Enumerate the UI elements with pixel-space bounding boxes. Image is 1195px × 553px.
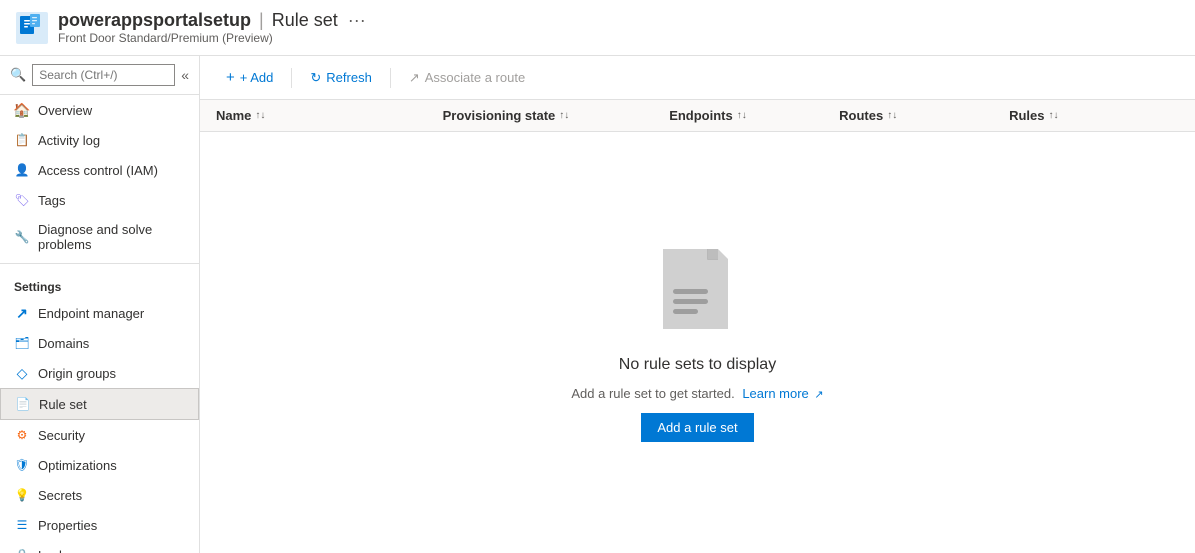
overview-icon: 🏠 — [14, 102, 30, 118]
sidebar-item-origin-groups[interactable]: ◇ Origin groups — [0, 358, 199, 388]
header-subtitle: Front Door Standard/Premium (Preview) — [58, 31, 366, 45]
sidebar-item-locks[interactable]: 🔒 Locks — [0, 540, 199, 553]
main-layout: 🔍 « 🏠 Overview 📋 Activity log 👤 Access c… — [0, 56, 1195, 553]
sidebar-item-label: Locks — [38, 548, 72, 553]
empty-state-subtitle-text: Add a rule set to get started. — [571, 386, 734, 401]
refresh-label: Refresh — [326, 70, 372, 85]
secrets-icon: 💡 — [14, 487, 30, 503]
sidebar-item-label: Overview — [38, 103, 92, 118]
rule-set-icon: 📄 — [15, 396, 31, 412]
col-rules-label: Rules — [1009, 108, 1044, 123]
diagnose-icon: 🔧 — [14, 229, 30, 245]
add-icon: + — [226, 69, 235, 86]
col-name-sort-icon: ↑↓ — [255, 110, 265, 121]
tags-icon: 🏷 — [14, 192, 30, 208]
origin-groups-icon: ◇ — [14, 365, 30, 381]
sidebar-item-label: Diagnose and solve problems — [38, 222, 185, 252]
col-routes-sort-icon: ↑↓ — [887, 110, 897, 121]
header-dots[interactable]: ··· — [348, 10, 366, 31]
sidebar: 🔍 « 🏠 Overview 📋 Activity log 👤 Access c… — [0, 56, 200, 553]
header-separator: | — [259, 10, 264, 31]
add-button[interactable]: + + Add — [216, 64, 283, 91]
sidebar-item-diagnose[interactable]: 🔧 Diagnose and solve problems — [0, 215, 199, 259]
sidebar-item-iam[interactable]: 👤 Access control (IAM) — [0, 155, 199, 185]
col-header-routes[interactable]: Routes ↑↓ — [839, 108, 1009, 123]
sidebar-item-label: Access control (IAM) — [38, 163, 158, 178]
table-header: Name ↑↓ Provisioning state ↑↓ Endpoints … — [200, 100, 1195, 132]
sidebar-item-secrets[interactable]: 💡 Secrets — [0, 480, 199, 510]
iam-icon: 👤 — [14, 162, 30, 178]
search-input[interactable] — [32, 64, 175, 86]
sidebar-item-label: Optimizations — [38, 458, 117, 473]
activity-log-icon: 📋 — [14, 132, 30, 148]
settings-section-header: Settings — [0, 268, 199, 298]
toolbar-separator-2 — [390, 68, 391, 88]
locks-icon: 🔒 — [14, 547, 30, 553]
col-routes-label: Routes — [839, 108, 883, 123]
sidebar-item-label: Domains — [38, 336, 89, 351]
page-title: Rule set — [272, 10, 338, 31]
col-header-provisioning-state[interactable]: Provisioning state ↑↓ — [443, 108, 670, 123]
empty-state: No rule sets to display Add a rule set t… — [200, 132, 1195, 553]
sidebar-item-label: Origin groups — [38, 366, 116, 381]
sidebar-item-tags[interactable]: 🏷 Tags — [0, 185, 199, 215]
toolbar: + + Add ↻ Refresh ↗ Associate a route — [200, 56, 1195, 100]
search-box[interactable]: 🔍 « — [0, 56, 199, 95]
col-header-endpoints[interactable]: Endpoints ↑↓ — [669, 108, 839, 123]
refresh-button[interactable]: ↻ Refresh — [300, 65, 381, 91]
associate-route-button[interactable]: ↗ Associate a route — [399, 65, 535, 91]
sidebar-item-label: Properties — [38, 518, 97, 533]
empty-state-icon — [653, 244, 743, 344]
learn-more-link[interactable]: Learn more — [742, 386, 808, 401]
domains-icon: 🗂 — [14, 335, 30, 351]
col-endpoints-sort-icon: ↑↓ — [737, 110, 747, 121]
security-icon: ⚙ — [14, 427, 30, 443]
sidebar-item-label: Activity log — [38, 133, 100, 148]
sidebar-item-label: Rule set — [39, 397, 87, 412]
add-rule-set-button[interactable]: Add a rule set — [641, 413, 753, 442]
empty-state-title: No rule sets to display — [619, 356, 776, 374]
sidebar-item-activity-log[interactable]: 📋 Activity log — [0, 125, 199, 155]
sidebar-item-label: Tags — [38, 193, 65, 208]
external-link-icon: ↗ — [814, 389, 823, 401]
col-header-name[interactable]: Name ↑↓ — [216, 108, 443, 123]
resource-icon — [16, 12, 48, 44]
sidebar-item-properties[interactable]: ☰ Properties — [0, 510, 199, 540]
sidebar-item-endpoint-manager[interactable]: ↗ Endpoint manager — [0, 298, 199, 328]
col-state-sort-icon: ↑↓ — [559, 110, 569, 121]
refresh-icon: ↻ — [310, 70, 321, 86]
sidebar-item-overview[interactable]: 🏠 Overview — [0, 95, 199, 125]
col-name-label: Name — [216, 108, 251, 123]
toolbar-separator-1 — [291, 68, 292, 88]
sidebar-item-label: Security — [38, 428, 85, 443]
optimizations-icon: 🛡 — [14, 457, 30, 473]
content-area: + + Add ↻ Refresh ↗ Associate a route Na… — [200, 56, 1195, 553]
sidebar-item-optimizations[interactable]: 🛡 Optimizations — [0, 450, 199, 480]
sidebar-item-security[interactable]: ⚙ Security — [0, 420, 199, 450]
search-icon: 🔍 — [10, 67, 26, 83]
associate-route-icon: ↗ — [409, 70, 420, 86]
sidebar-item-label: Secrets — [38, 488, 82, 503]
sidebar-item-label: Endpoint manager — [38, 306, 144, 321]
endpoint-manager-icon: ↗ — [14, 305, 30, 321]
col-state-label: Provisioning state — [443, 108, 556, 123]
page-header: powerappsportalsetup | Rule set ··· Fron… — [0, 0, 1195, 56]
empty-state-subtitle: Add a rule set to get started. Learn mor… — [571, 386, 823, 401]
sidebar-item-rule-set[interactable]: 📄 Rule set — [0, 388, 199, 420]
sidebar-item-domains[interactable]: 🗂 Domains — [0, 328, 199, 358]
resource-name: powerappsportalsetup — [58, 10, 251, 31]
collapse-button[interactable]: « — [181, 67, 189, 83]
col-rules-sort-icon: ↑↓ — [1048, 110, 1058, 121]
col-header-rules[interactable]: Rules ↑↓ — [1009, 108, 1179, 123]
sidebar-divider-1 — [0, 263, 199, 264]
properties-icon: ☰ — [14, 517, 30, 533]
associate-route-label: Associate a route — [425, 70, 525, 85]
header-text: powerappsportalsetup | Rule set ··· Fron… — [58, 10, 366, 45]
add-label: + Add — [240, 70, 274, 85]
col-endpoints-label: Endpoints — [669, 108, 733, 123]
